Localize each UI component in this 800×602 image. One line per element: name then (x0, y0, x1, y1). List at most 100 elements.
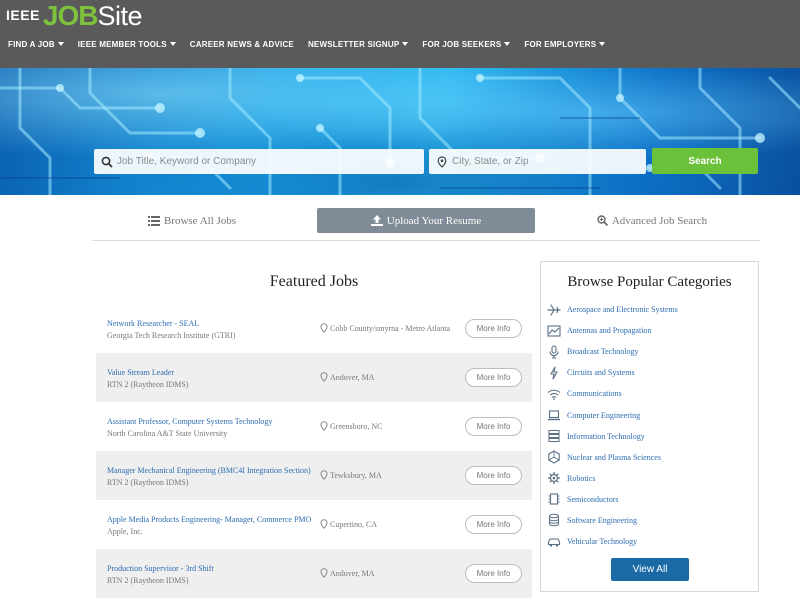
job-title-link[interactable]: Manager Mechanical Engineering (BMC4I In… (107, 466, 311, 475)
job-company: RTN 2 (Raytheon IDMS) (107, 380, 189, 389)
job-location-text: Andover, MA (330, 372, 375, 382)
job-location: Andover, MA (320, 568, 375, 578)
featured-jobs-heading: Featured Jobs (269, 273, 359, 290)
category-item[interactable]: Nuclear and Plasma Sciences (547, 447, 678, 468)
microphone-icon (549, 345, 559, 359)
job-location: Andover, MA (320, 372, 375, 382)
category-list: Aerospace and Electronic Systems Antenna… (547, 299, 678, 552)
job-location: Cobb County/smyrna - Metro Atlanta (320, 323, 450, 333)
nav-label: IEEE MEMBER TOOLS (77, 39, 167, 49)
map-marker-icon (437, 155, 447, 168)
job-company: RTN 2 (Raytheon IDMS) (107, 576, 189, 585)
advanced-job-search-link[interactable]: Advanced Job Search (582, 208, 722, 233)
lightning-icon (550, 366, 558, 380)
atom-icon (548, 450, 560, 464)
nav-career-news-advice[interactable]: CAREER NEWS & ADVICE (190, 38, 294, 50)
site-header: IEEE JOB Site FIND A JOB IEEE MEMBER TOO… (0, 0, 800, 68)
job-title-link[interactable]: Assistant Professor, Computer Systems Te… (107, 417, 272, 426)
job-title-link[interactable]: Apple Media Products Engineering- Manage… (107, 515, 311, 524)
circuit-background-image (0, 68, 800, 195)
view-all-categories-button[interactable]: View All (611, 558, 689, 581)
category-label: Communications (567, 389, 622, 399)
nav-label: CAREER NEWS & ADVICE (189, 39, 294, 49)
upload-resume-label: Upload Your Resume (386, 214, 482, 227)
category-item[interactable]: Circuits and Systems (547, 362, 678, 383)
category-item[interactable]: Computer Engineering (547, 404, 678, 425)
category-label: Computer Engineering (567, 410, 641, 420)
featured-jobs-list: Network Researcher - SEAL Georgia Tech R… (96, 304, 532, 598)
category-label: Circuits and Systems (567, 368, 635, 378)
category-item[interactable]: Communications (547, 383, 678, 404)
category-item[interactable]: Aerospace and Electronic Systems (547, 299, 678, 320)
nav-for-job-seekers[interactable]: FOR JOB SEEKERS (422, 38, 511, 50)
job-title-link[interactable]: Value Stream Leader (107, 368, 174, 377)
more-info-button[interactable]: More Info (465, 368, 522, 387)
database-icon (549, 514, 559, 527)
location-search-input[interactable] (452, 156, 646, 167)
laptop-icon (548, 410, 560, 421)
job-company: North Carolina A&T State University (107, 429, 228, 438)
browse-all-jobs-link[interactable]: Browse All Jobs (112, 208, 272, 233)
chart-icon (547, 325, 561, 337)
more-info-button[interactable]: More Info (465, 466, 522, 485)
nav-newsletter-signup[interactable]: NEWSLETTER SIGNUP (307, 38, 409, 50)
logo-site: Site (97, 1, 143, 31)
job-company: Apple, Inc. (107, 527, 143, 536)
map-marker-icon (320, 372, 328, 382)
category-label: Robotics (567, 473, 596, 483)
nav-ieee-member-tools[interactable]: IEEE MEMBER TOOLS (78, 38, 176, 50)
popular-categories-panel: Browse Popular Categories Aerospace and … (540, 261, 759, 592)
category-label: Nuclear and Plasma Sciences (567, 452, 661, 462)
wifi-icon (547, 389, 561, 400)
map-marker-icon (320, 470, 328, 480)
job-location-text: Cobb County/smyrna - Metro Atlanta (330, 323, 450, 333)
nav-label: NEWSLETTER SIGNUP (307, 39, 400, 49)
browse-all-jobs-label: Browse All Jobs (163, 214, 237, 227)
advanced-job-search-label: Advanced Job Search (611, 214, 708, 227)
map-marker-icon (320, 568, 328, 578)
job-location: Greensboro, NC (320, 421, 382, 431)
search-plus-icon (597, 215, 608, 226)
category-item[interactable]: Semiconductors (547, 489, 678, 510)
category-label: Semiconductors (567, 494, 619, 504)
ieee-jobsite-logo[interactable]: IEEE JOB Site (6, 1, 143, 31)
nav-find-a-job[interactable]: FIND A JOB (8, 38, 64, 50)
job-actions-bar: Browse All Jobs Upload Your Resume Advan… (92, 206, 760, 241)
map-marker-icon (320, 421, 328, 431)
more-info-button[interactable]: More Info (465, 564, 522, 583)
list-icon (147, 215, 160, 226)
category-label: Software Engineering (567, 515, 637, 525)
category-item[interactable]: Robotics (547, 468, 678, 489)
job-row: Manager Mechanical Engineering (BMC4I In… (96, 451, 532, 500)
map-marker-icon (320, 323, 328, 333)
job-company: RTN 2 (Raytheon IDMS) (107, 478, 189, 487)
category-item[interactable]: Information Technology (547, 426, 678, 447)
job-row: Production Supervisor - 3rd Shift RTN 2 … (96, 549, 532, 598)
category-item[interactable]: Antennas and Propagation (547, 320, 678, 341)
more-info-button[interactable]: More Info (465, 515, 522, 534)
job-location-text: Greensboro, NC (330, 421, 383, 431)
car-icon (547, 538, 561, 547)
chevron-down-icon (402, 42, 409, 46)
job-row: Apple Media Products Engineering- Manage… (96, 500, 532, 549)
location-search-field[interactable] (429, 149, 646, 174)
category-item[interactable]: Vehicular Technology (547, 531, 678, 552)
keyword-search-field[interactable] (94, 149, 424, 174)
more-info-button[interactable]: More Info (465, 319, 522, 338)
nav-for-employers[interactable]: FOR EMPLOYERS (524, 38, 606, 50)
category-item[interactable]: Software Engineering (547, 510, 678, 531)
job-row: Value Stream Leader RTN 2 (Raytheon IDMS… (96, 353, 532, 402)
logo-ieee: IEEE (6, 7, 40, 23)
server-icon (548, 430, 560, 443)
category-label: Information Technology (567, 431, 645, 441)
job-title-link[interactable]: Network Researcher - SEAL (107, 319, 199, 328)
upload-resume-button[interactable]: Upload Your Resume (317, 208, 535, 233)
job-title-link[interactable]: Production Supervisor - 3rd Shift (107, 564, 214, 573)
chevron-down-icon (599, 42, 606, 46)
more-info-button[interactable]: More Info (465, 417, 522, 436)
category-label: Vehicular Technology (567, 537, 638, 547)
search-button[interactable]: Search (652, 148, 758, 174)
keyword-search-input[interactable] (117, 156, 424, 167)
job-row: Network Researcher - SEAL Georgia Tech R… (96, 304, 532, 353)
category-item[interactable]: Broadcast Technology (547, 341, 678, 362)
